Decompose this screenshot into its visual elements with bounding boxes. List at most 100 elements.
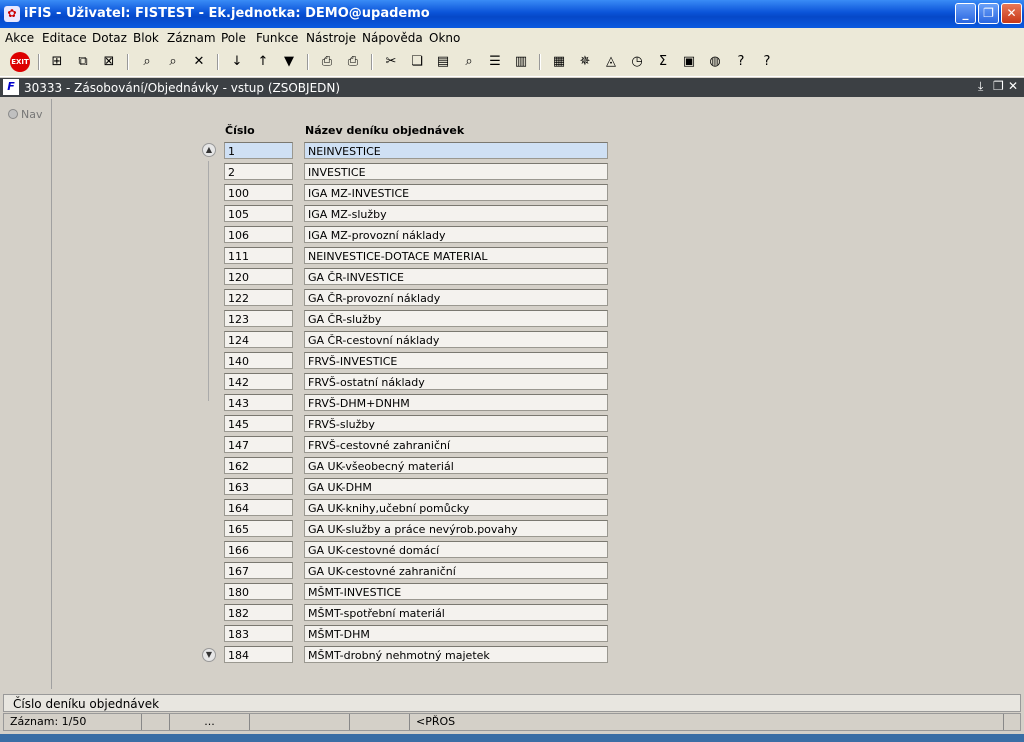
scroll-down-icon[interactable]: ▼ — [202, 648, 216, 662]
delete-record-icon[interactable]: ⊠ — [99, 52, 119, 72]
nazev-field[interactable]: IGA MZ-INVESTICE — [304, 184, 608, 201]
sort-descending-icon[interactable]: ↑ — [253, 52, 273, 72]
cislo-field[interactable]: 180 — [224, 583, 293, 600]
cislo-field[interactable]: 122 — [224, 289, 293, 306]
cislo-field[interactable]: 105 — [224, 205, 293, 222]
maximize-button[interactable]: ❐ — [978, 3, 999, 24]
nazev-field[interactable]: FRVŠ-INVESTICE — [304, 352, 608, 369]
columns-icon[interactable]: ▥ — [511, 52, 531, 72]
form-minimize-icon[interactable]: ⤓ — [978, 79, 983, 94]
nazev-field[interactable]: FRVŠ-ostatní náklady — [304, 373, 608, 390]
cislo-field[interactable]: 162 — [224, 457, 293, 474]
cislo-field[interactable]: 1 — [224, 142, 293, 159]
nazev-field[interactable]: IGA MZ-služby — [304, 205, 608, 222]
scroll-track[interactable] — [208, 161, 209, 401]
cislo-field[interactable]: 111 — [224, 247, 293, 264]
sort-ascending-icon[interactable]: ↓ — [227, 52, 247, 72]
nazev-field[interactable]: IGA MZ-provozní náklady — [304, 226, 608, 243]
menu-okno[interactable]: Okno — [429, 31, 460, 45]
nazev-field[interactable]: FRVŠ-cestovné zahraniční — [304, 436, 608, 453]
menu-akce[interactable]: Akce — [5, 31, 34, 45]
cislo-field[interactable]: 142 — [224, 373, 293, 390]
cut-icon[interactable]: ✂ — [381, 52, 401, 72]
menu-editace[interactable]: Editace — [42, 31, 87, 45]
nazev-field[interactable]: GA UK-služby a práce nevýrob.povahy — [304, 520, 608, 537]
cislo-field[interactable]: 140 — [224, 352, 293, 369]
cislo-field[interactable]: 167 — [224, 562, 293, 579]
duplicate-record-icon[interactable]: ⧉ — [73, 52, 93, 72]
nazev-field[interactable]: GA ČR-cestovní náklady — [304, 331, 608, 348]
cislo-field[interactable]: 106 — [224, 226, 293, 243]
excel-icon[interactable]: ▣ — [679, 52, 699, 72]
menu-nastroje[interactable]: Nástroje — [306, 31, 356, 45]
menu-funkce[interactable]: Funkce — [256, 31, 298, 45]
cislo-field[interactable]: 164 — [224, 499, 293, 516]
menu-dotaz[interactable]: Dotaz — [92, 31, 127, 45]
help-icon[interactable]: ? — [757, 52, 777, 72]
filter-icon[interactable]: ▼ — [279, 52, 299, 72]
cislo-field[interactable]: 163 — [224, 478, 293, 495]
menu-bar: Akce Editace Dotaz Blok Záznam Pole Funk… — [0, 28, 1024, 48]
nazev-field[interactable]: MŠMT-drobný nehmotný majetek — [304, 646, 608, 663]
query-cancel-icon[interactable]: ✕ — [189, 52, 209, 72]
form-restore-icon[interactable]: ❐ — [993, 79, 1004, 93]
nazev-field[interactable]: GA UK-cestovné domácí — [304, 541, 608, 558]
clock-icon[interactable]: ◷ — [627, 52, 647, 72]
query-execute-icon[interactable]: ⌕ — [163, 52, 183, 72]
nazev-field[interactable]: NEINVESTICE-DOTACE MATERIAL — [304, 247, 608, 264]
print-icon[interactable]: ⎙ — [317, 52, 337, 72]
cislo-field[interactable]: 120 — [224, 268, 293, 285]
nazev-field[interactable]: INVESTICE — [304, 163, 608, 180]
insert-record-icon[interactable]: ⊞ — [47, 52, 67, 72]
cislo-field[interactable]: 183 — [224, 625, 293, 642]
cislo-field[interactable]: 100 — [224, 184, 293, 201]
nav-radio[interactable] — [8, 109, 18, 119]
cislo-field[interactable]: 124 — [224, 331, 293, 348]
nazev-field[interactable]: MŠMT-DHM — [304, 625, 608, 642]
list-icon[interactable]: ☰ — [485, 52, 505, 72]
calculator-icon[interactable]: ▦ — [549, 52, 569, 72]
cislo-field[interactable]: 2 — [224, 163, 293, 180]
nazev-field[interactable]: GA UK-cestovné zahraniční — [304, 562, 608, 579]
help-context-icon[interactable]: ? — [731, 52, 751, 72]
sum-icon[interactable]: Σ — [653, 52, 673, 72]
nazev-field[interactable]: GA UK-DHM — [304, 478, 608, 495]
form-close-icon[interactable]: ✕ — [1008, 79, 1018, 93]
nazev-field[interactable]: FRVŠ-DHM+DNHM — [304, 394, 608, 411]
vertical-scrollbar[interactable]: ▲ ▼ — [202, 143, 216, 663]
cislo-field[interactable]: 123 — [224, 310, 293, 327]
minimize-button[interactable]: _ — [955, 3, 976, 24]
menu-blok[interactable]: Blok — [133, 31, 159, 45]
cislo-field[interactable]: 147 — [224, 436, 293, 453]
print-setup-icon[interactable]: ⎙ — [343, 52, 363, 72]
nazev-field[interactable]: GA ČR-INVESTICE — [304, 268, 608, 285]
exit-button[interactable]: EXIT — [10, 52, 30, 72]
nazev-field[interactable]: NEINVESTICE — [304, 142, 608, 159]
settings-icon[interactable]: ✵ — [575, 52, 595, 72]
cislo-field[interactable]: 182 — [224, 604, 293, 621]
eye-icon[interactable]: ◬ — [601, 52, 621, 72]
paste-icon[interactable]: ▤ — [433, 52, 453, 72]
scroll-up-icon[interactable]: ▲ — [202, 143, 216, 157]
copy-icon[interactable]: ❏ — [407, 52, 427, 72]
cislo-field[interactable]: 165 — [224, 520, 293, 537]
cislo-field[interactable]: 184 — [224, 646, 293, 663]
nazev-field[interactable]: GA UK-všeobecný materiál — [304, 457, 608, 474]
nazev-field[interactable]: MŠMT-INVESTICE — [304, 583, 608, 600]
query-enter-icon[interactable]: ⌕ — [137, 52, 157, 72]
menu-pole[interactable]: Pole — [221, 31, 246, 45]
search-icon[interactable]: ⌕ — [459, 52, 479, 72]
nazev-field[interactable]: GA ČR-provozní náklady — [304, 289, 608, 306]
cislo-field[interactable]: 166 — [224, 541, 293, 558]
cislo-field[interactable]: 143 — [224, 394, 293, 411]
nazev-field[interactable]: MŠMT-spotřební materiál — [304, 604, 608, 621]
close-button[interactable]: ✕ — [1001, 3, 1022, 24]
nazev-field[interactable]: FRVŠ-služby — [304, 415, 608, 432]
cislo-field[interactable]: 145 — [224, 415, 293, 432]
status-record: Záznam: 1/50 — [4, 714, 142, 730]
globe-icon[interactable]: ◍ — [705, 52, 725, 72]
nazev-field[interactable]: GA ČR-služby — [304, 310, 608, 327]
nazev-field[interactable]: GA UK-knihy,učební pomůcky — [304, 499, 608, 516]
menu-zaznam[interactable]: Záznam — [167, 31, 216, 45]
menu-napoveda[interactable]: Nápověda — [362, 31, 423, 45]
